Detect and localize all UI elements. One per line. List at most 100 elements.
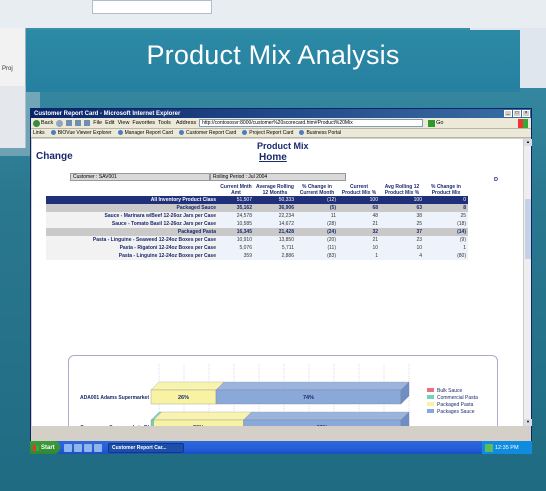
cell: 11 <box>296 212 338 220</box>
browser-title: Customer Report Card - Microsoft Interne… <box>34 110 181 117</box>
cell: 35,162 <box>218 204 254 212</box>
link-customer-report-card[interactable]: Customer Report Card <box>179 130 236 136</box>
menu-file[interactable]: File <box>93 120 102 126</box>
minimize-button[interactable]: _ <box>504 110 512 117</box>
window-controls: _ □ × <box>504 110 530 117</box>
media-icon[interactable] <box>84 443 92 452</box>
cell: 4 <box>380 252 424 260</box>
cell: 36,906 <box>254 204 296 212</box>
bar-top <box>153 411 252 421</box>
cell: 5,711 <box>254 244 296 252</box>
page-content: Product Mix Change Home Customer : SAV00… <box>32 139 524 426</box>
header-label-column <box>46 184 218 196</box>
home-link[interactable]: Home <box>259 152 287 163</box>
row-label: All Inventory Product Class <box>46 196 218 204</box>
cell: 50,333 <box>254 196 296 204</box>
category-label: Consumer - Supermarkets Bl <box>80 425 150 426</box>
background-window <box>0 0 546 28</box>
legend-label: Packages Sauce <box>437 409 475 415</box>
cell: 100 <box>338 196 380 204</box>
data-label: 63% <box>317 425 328 426</box>
cell: (9) <box>424 236 468 244</box>
row-label: Pasta - Linguine - Seaweed 12-24oz Boxes… <box>46 236 218 244</box>
close-button[interactable]: × <box>522 110 530 117</box>
legend-label: Packaged Pasta <box>437 402 474 408</box>
cell: 48 <box>338 212 380 220</box>
link-business-portal[interactable]: Business Portal <box>299 130 341 136</box>
product-mix-table: Current Mnth Amt Average Rolling 12 Mont… <box>46 184 468 260</box>
row-label: Packaged Pasta <box>46 228 218 236</box>
taskbar-item-customer-report[interactable]: Customer Report Car... <box>108 442 184 453</box>
table-row: All Inventory Product Class 51,507 50,33… <box>46 196 468 204</box>
maximize-button[interactable]: □ <box>513 110 521 117</box>
cell: 37 <box>380 228 424 236</box>
cell: 38 <box>380 212 424 220</box>
row-label: Sauce - Tomato Basil 12-26oz Jars per Ca… <box>46 220 218 228</box>
cell: 21 <box>338 236 380 244</box>
cell: 32 <box>338 228 380 236</box>
clock: 12:35 PM <box>495 444 519 451</box>
forward-button[interactable] <box>56 119 64 127</box>
address-bar[interactable]: http://contososvr:8000/customer%20scorec… <box>199 119 424 127</box>
slide-title: Product Mix Analysis <box>146 40 400 70</box>
table-row: Pasta - Linguine - Seaweed 12-24oz Boxes… <box>46 236 468 244</box>
cell: 8 <box>424 204 468 212</box>
customer-id: Customer : SAV001 <box>70 173 210 181</box>
vertical-scrollbar[interactable]: ▲ ▼ <box>523 139 532 426</box>
desktop-icon[interactable] <box>64 443 72 452</box>
legend-swatch <box>427 409 434 413</box>
table-row: Sauce - Tomato Basil 12-26oz Jars per Ca… <box>46 220 468 228</box>
link-biovue-viewer[interactable]: BIOVue Viewer Explorer <box>51 130 112 136</box>
bar-segment <box>150 419 154 426</box>
cell: 25 <box>380 220 424 228</box>
menu-view[interactable]: View <box>118 120 130 126</box>
taskbar: Start Customer Report Car... 12:35 PM <box>30 441 532 454</box>
folder-icon[interactable] <box>94 443 102 452</box>
header-avg-rolling: Average Rolling 12 Months <box>254 184 296 196</box>
data-label: 26% <box>178 395 189 401</box>
rolling-period: Rolling Period : Jul 2004 <box>210 173 346 181</box>
link-project-report-card[interactable]: Project Report Card <box>242 130 293 136</box>
legend-swatch <box>427 388 434 392</box>
cell: (5) <box>296 204 338 212</box>
scrollbar-thumb[interactable] <box>525 199 531 259</box>
cell: (24) <box>296 228 338 236</box>
table-row: Pasta - Linguine 12-24oz Boxes per Case … <box>46 252 468 260</box>
cell: 100 <box>380 196 424 204</box>
table-row: Packaged Sauce 35,162 36,906 (5) 68 63 8 <box>46 204 468 212</box>
system-tray: 12:35 PM <box>482 441 532 454</box>
cell: 16,345 <box>218 228 254 236</box>
link-manager-report-card[interactable]: Manager Report Card <box>118 130 173 136</box>
cell: 10 <box>380 244 424 252</box>
quick-launch <box>64 443 102 452</box>
cell: 0 <box>424 196 468 204</box>
refresh-icon[interactable] <box>75 120 82 126</box>
menu-tools[interactable]: Tools <box>158 120 171 126</box>
header-current-mix: Current Product Mix % <box>338 184 380 196</box>
data-label: 74% <box>303 395 314 401</box>
menu-edit[interactable]: Edit <box>105 120 114 126</box>
menu-favorites[interactable]: Favorites <box>132 120 155 126</box>
bar-top <box>215 381 410 391</box>
scroll-down-icon[interactable]: ▼ <box>524 419 532 426</box>
cell: 25 <box>424 212 468 220</box>
cell: (11) <box>296 244 338 252</box>
scroll-up-icon[interactable]: ▲ <box>524 139 532 146</box>
legend-label: Bulk Sauce <box>437 388 463 394</box>
back-arrow-icon <box>33 119 40 127</box>
cell: 68 <box>338 204 380 212</box>
cell: 1 <box>424 244 468 252</box>
legend-swatch <box>427 395 434 399</box>
back-button[interactable]: Back <box>33 119 53 127</box>
stop-icon[interactable] <box>66 120 73 126</box>
go-button[interactable]: Go <box>428 119 443 127</box>
bar-top <box>150 381 225 391</box>
product-mix-chart-panel: 0%10%20%30%40%50%60%70%80%90%100%ADA001 … <box>68 355 498 426</box>
cell: 51,507 <box>218 196 254 204</box>
row-label: Pasta - Rigatoni 12-24oz Boxes per Case <box>46 244 218 252</box>
home-icon[interactable] <box>84 120 91 126</box>
ie-icon[interactable] <box>74 443 82 452</box>
cell: 22,234 <box>254 212 296 220</box>
start-button[interactable]: Start <box>30 441 60 454</box>
cell: 10,585 <box>218 220 254 228</box>
